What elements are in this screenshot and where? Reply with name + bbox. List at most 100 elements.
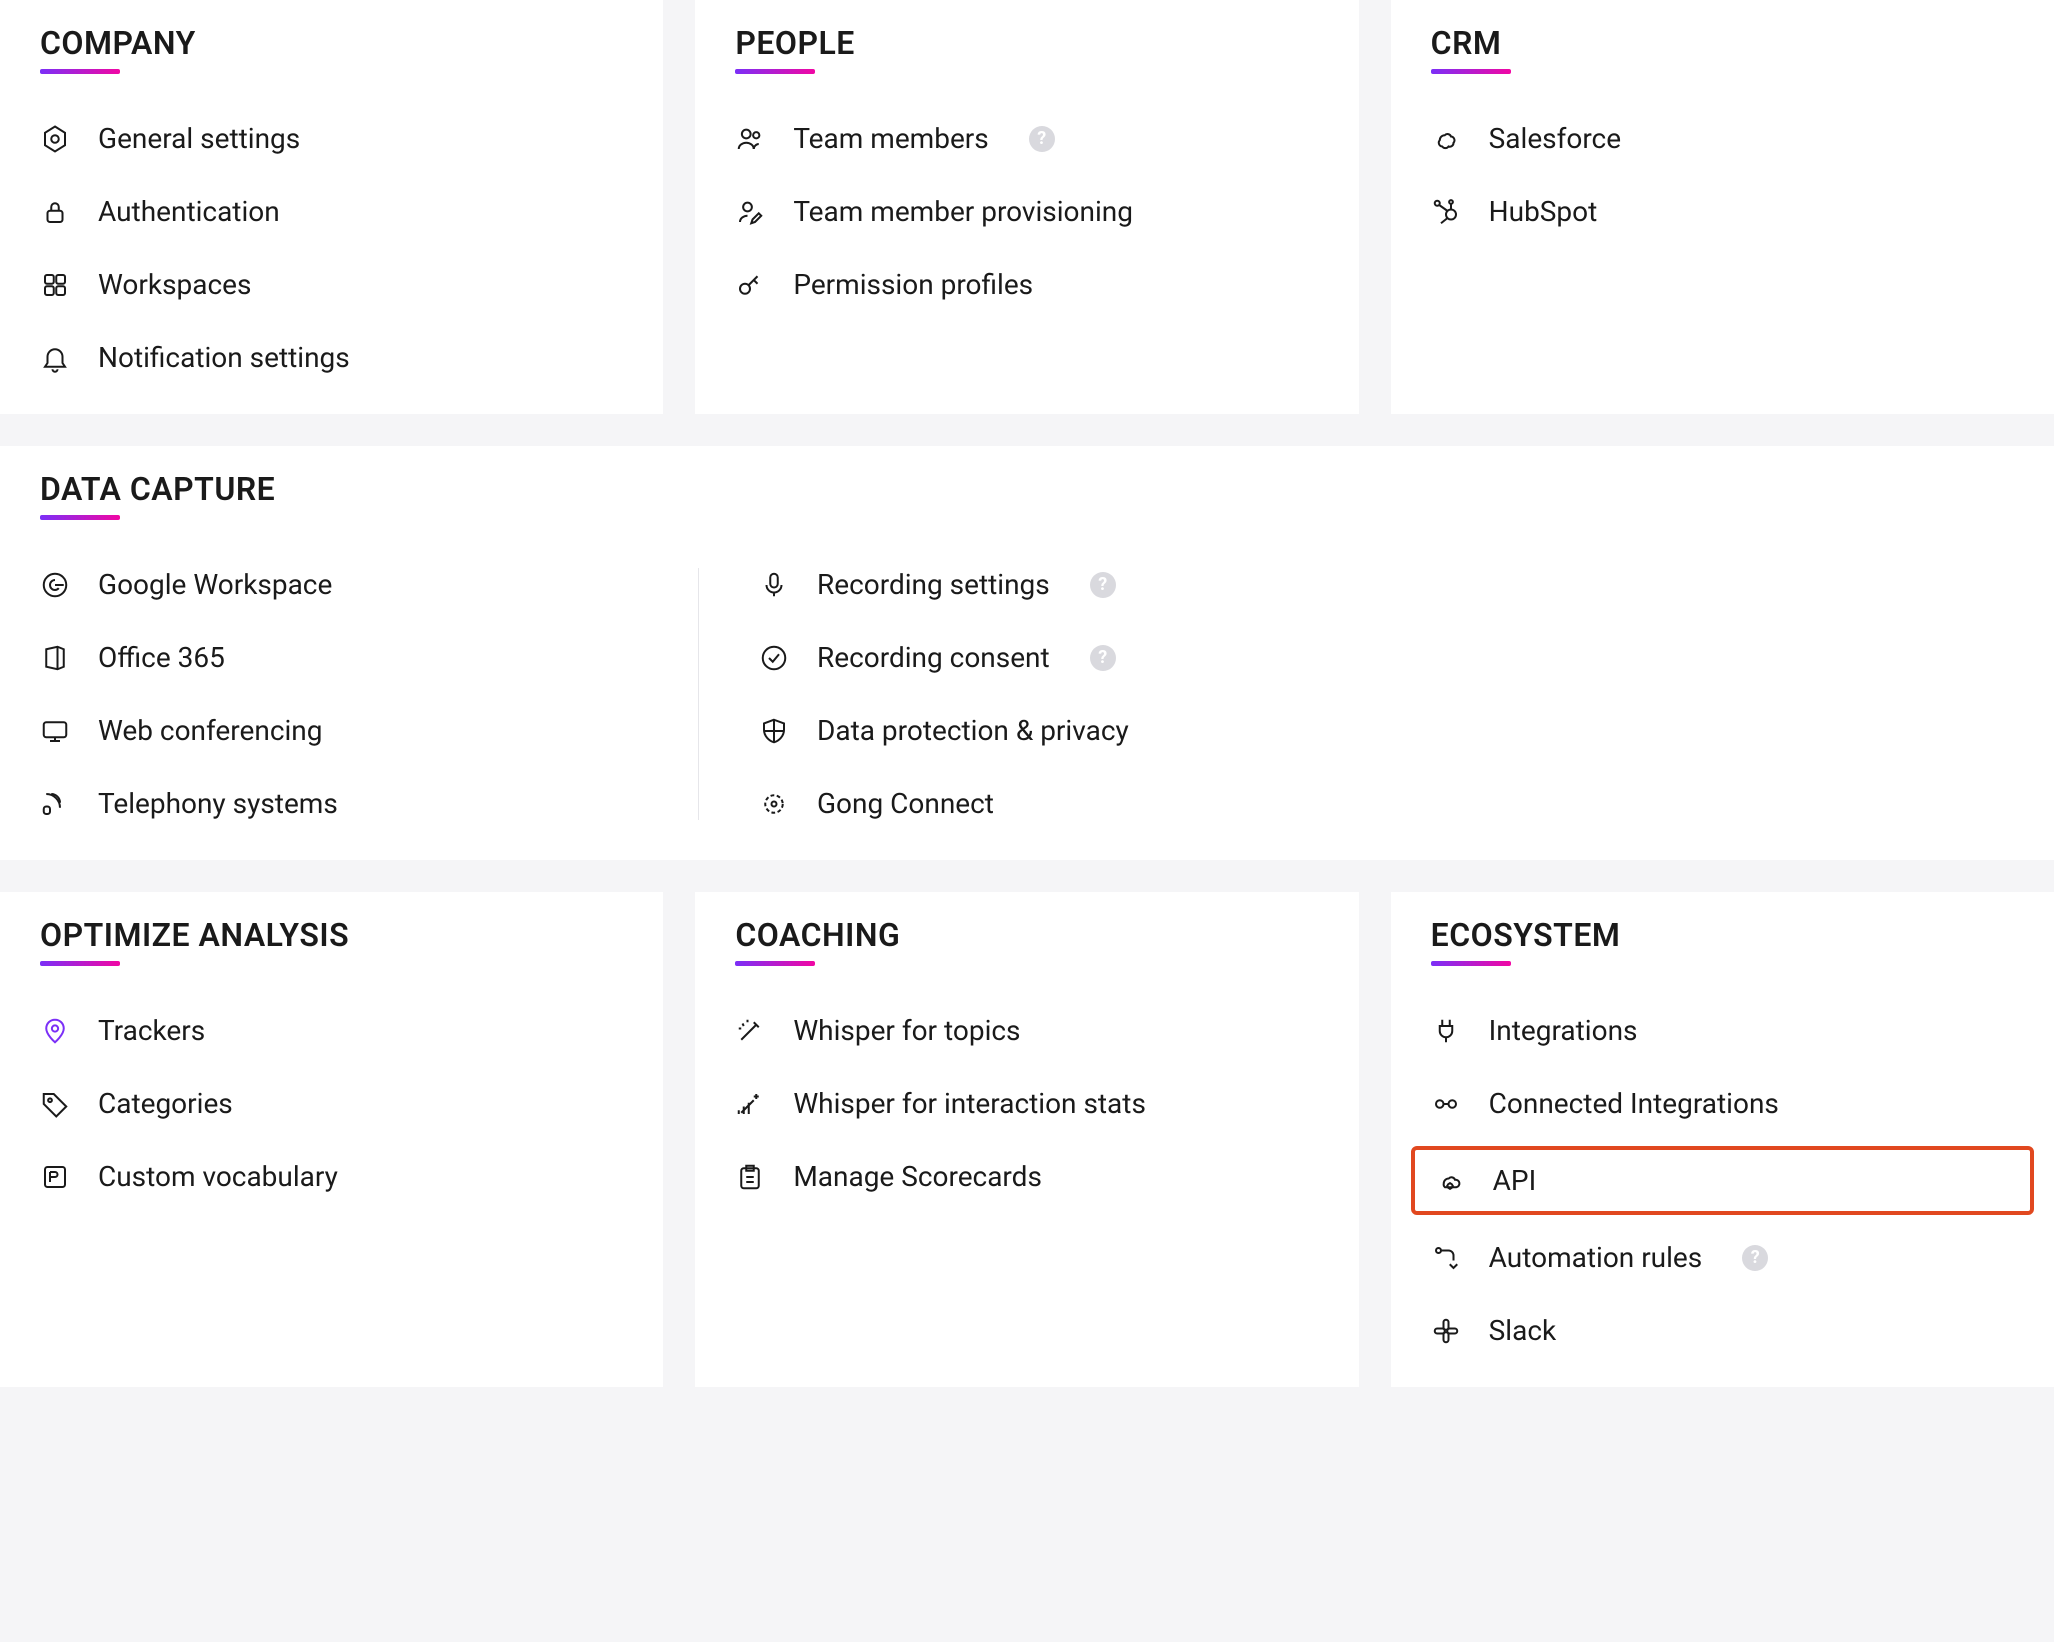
item-label: Connected Integrations xyxy=(1489,1087,1779,1120)
google-workspace-item[interactable]: Google Workspace xyxy=(40,568,658,601)
item-label: General settings xyxy=(98,122,300,155)
shield-icon xyxy=(759,716,789,746)
grid-icon xyxy=(40,270,70,300)
settings-hex-icon xyxy=(40,124,70,154)
item-label: Office 365 xyxy=(98,641,225,674)
recording-consent-item[interactable]: Recording consent ? xyxy=(759,641,1316,674)
item-label: API xyxy=(1493,1164,1537,1197)
company-card: COMPANY General settings Authentication … xyxy=(0,0,663,414)
item-label: HubSpot xyxy=(1489,195,1598,228)
team-member-provisioning-item[interactable]: Team member provisioning xyxy=(735,195,1318,228)
item-label: Telephony systems xyxy=(98,787,338,820)
item-label: Notification settings xyxy=(98,341,350,374)
coaching-card: COACHING Whisper for topics Whisper for … xyxy=(695,892,1358,1387)
telephony-icon xyxy=(40,789,70,819)
api-item[interactable]: API xyxy=(1435,1164,2010,1197)
tracker-icon xyxy=(40,1016,70,1046)
automation-rules-item[interactable]: Automation rules ? xyxy=(1431,1241,2014,1274)
item-label: Permission profiles xyxy=(793,268,1033,301)
slack-icon xyxy=(1431,1316,1461,1346)
item-label: Trackers xyxy=(98,1014,205,1047)
bell-icon xyxy=(40,343,70,373)
crm-title: CRM xyxy=(1431,24,1502,74)
company-title: COMPANY xyxy=(40,24,196,74)
tag-icon xyxy=(40,1089,70,1119)
slack-item[interactable]: Slack xyxy=(1431,1314,2014,1347)
webconf-icon xyxy=(40,716,70,746)
user-edit-icon xyxy=(735,197,765,227)
categories-item[interactable]: Categories xyxy=(40,1087,623,1120)
item-label: Salesforce xyxy=(1489,122,1621,155)
item-label: Whisper for topics xyxy=(793,1014,1020,1047)
api-highlight: API xyxy=(1411,1146,2034,1215)
connected-integrations-item[interactable]: Connected Integrations xyxy=(1431,1087,2014,1120)
key-icon xyxy=(735,270,765,300)
item-label: Web conferencing xyxy=(98,714,322,747)
wand-icon xyxy=(735,1016,765,1046)
help-icon[interactable]: ? xyxy=(1090,645,1116,671)
item-label: Custom vocabulary xyxy=(98,1160,338,1193)
optimize-title: OPTIMIZE ANALYSIS xyxy=(40,916,349,966)
item-label: Google Workspace xyxy=(98,568,332,601)
item-label: Team member provisioning xyxy=(793,195,1133,228)
whisper-topics-item[interactable]: Whisper for topics xyxy=(735,1014,1318,1047)
hubspot-icon xyxy=(1431,197,1461,227)
help-icon[interactable]: ? xyxy=(1029,126,1055,152)
settings-grid: COMPANY General settings Authentication … xyxy=(0,0,2054,1387)
help-icon[interactable]: ? xyxy=(1742,1245,1768,1271)
users-icon xyxy=(735,124,765,154)
salesforce-item[interactable]: Salesforce xyxy=(1431,122,2014,155)
gong-icon xyxy=(759,789,789,819)
data-capture-card: DATA CAPTURE Google Workspace Office 365… xyxy=(0,446,2054,860)
item-label: Recording settings xyxy=(817,568,1050,601)
whisper-stats-item[interactable]: Whisper for interaction stats xyxy=(735,1087,1318,1120)
api-icon xyxy=(1435,1166,1465,1196)
web-conferencing-item[interactable]: Web conferencing xyxy=(40,714,658,747)
check-circle-icon xyxy=(759,643,789,673)
google-icon xyxy=(40,570,70,600)
item-label: Whisper for interaction stats xyxy=(793,1087,1146,1120)
item-label: Team members xyxy=(793,122,988,155)
workspaces-item[interactable]: Workspaces xyxy=(40,268,623,301)
item-label: Manage Scorecards xyxy=(793,1160,1042,1193)
telephony-systems-item[interactable]: Telephony systems xyxy=(40,787,658,820)
data-capture-col1: Google Workspace Office 365 Web conferen… xyxy=(40,568,698,820)
coaching-title: COACHING xyxy=(735,916,900,966)
integrations-item[interactable]: Integrations xyxy=(1431,1014,2014,1047)
item-label: Automation rules xyxy=(1489,1241,1703,1274)
item-label: Slack xyxy=(1489,1314,1557,1347)
office-365-item[interactable]: Office 365 xyxy=(40,641,658,674)
ecosystem-title: ECOSYSTEM xyxy=(1431,916,1621,966)
custom-vocabulary-item[interactable]: Custom vocabulary xyxy=(40,1160,623,1193)
notification-settings-item[interactable]: Notification settings xyxy=(40,341,623,374)
automation-icon xyxy=(1431,1243,1461,1273)
hubspot-item[interactable]: HubSpot xyxy=(1431,195,2014,228)
manage-scorecards-item[interactable]: Manage Scorecards xyxy=(735,1160,1318,1193)
wand-stats-icon xyxy=(735,1089,765,1119)
gong-connect-item[interactable]: Gong Connect xyxy=(759,787,1316,820)
people-title: PEOPLE xyxy=(735,24,855,74)
data-protection-item[interactable]: Data protection & privacy xyxy=(759,714,1316,747)
authentication-item[interactable]: Authentication xyxy=(40,195,623,228)
team-members-item[interactable]: Team members ? xyxy=(735,122,1318,155)
mic-icon xyxy=(759,570,789,600)
trackers-item[interactable]: Trackers xyxy=(40,1014,623,1047)
item-label: Integrations xyxy=(1489,1014,1638,1047)
data-capture-col2: Recording settings ? Recording consent ?… xyxy=(698,568,1356,820)
vocab-icon xyxy=(40,1162,70,1192)
item-label: Workspaces xyxy=(98,268,251,301)
general-settings-item[interactable]: General settings xyxy=(40,122,623,155)
lock-icon xyxy=(40,197,70,227)
permission-profiles-item[interactable]: Permission profiles xyxy=(735,268,1318,301)
crm-card: CRM Salesforce HubSpot xyxy=(1391,0,2054,414)
plug-icon xyxy=(1431,1016,1461,1046)
item-label: Authentication xyxy=(98,195,280,228)
item-label: Recording consent xyxy=(817,641,1050,674)
optimize-analysis-card: OPTIMIZE ANALYSIS Trackers Categories Cu… xyxy=(0,892,663,1387)
recording-settings-item[interactable]: Recording settings ? xyxy=(759,568,1316,601)
item-label: Categories xyxy=(98,1087,233,1120)
ecosystem-card: ECOSYSTEM Integrations Connected Integra… xyxy=(1391,892,2054,1387)
office-icon xyxy=(40,643,70,673)
scorecard-icon xyxy=(735,1162,765,1192)
help-icon[interactable]: ? xyxy=(1090,572,1116,598)
